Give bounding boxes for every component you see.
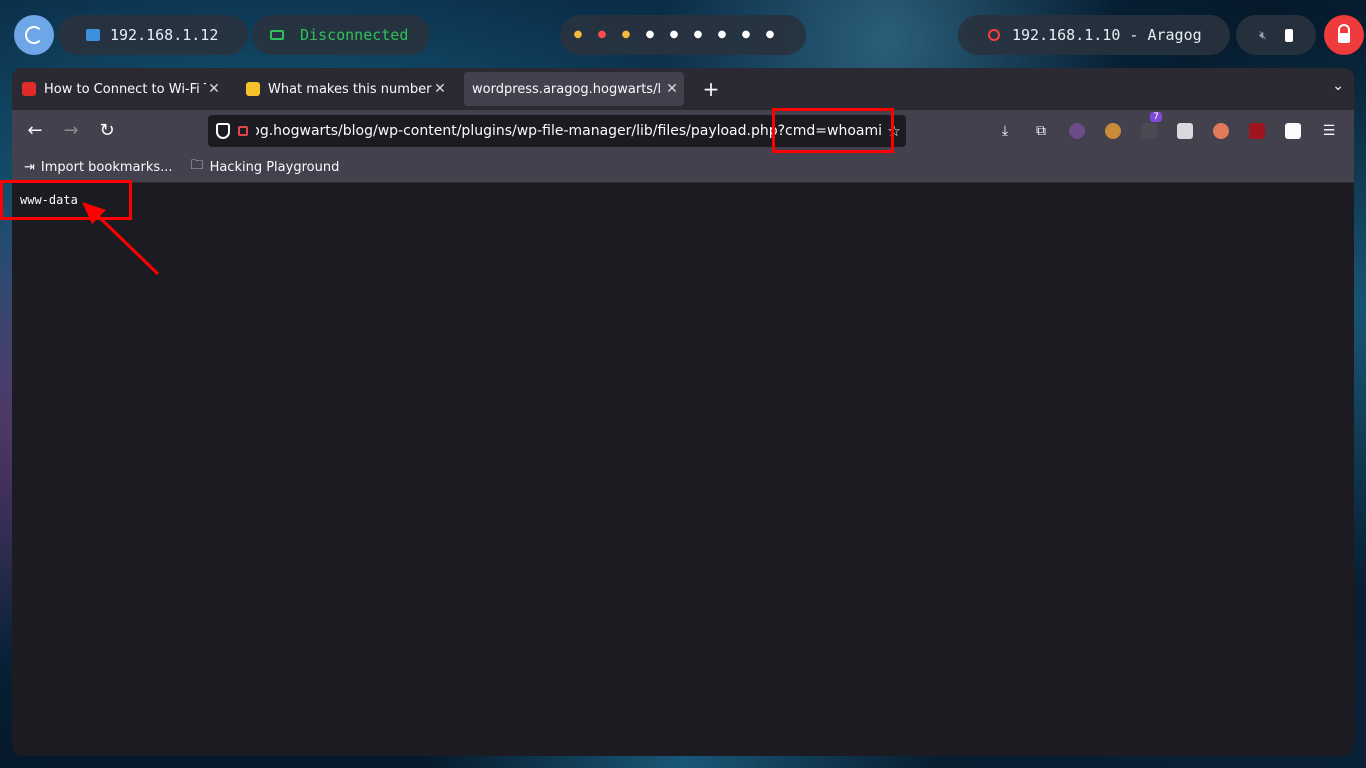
annotation-arrow xyxy=(82,202,160,276)
